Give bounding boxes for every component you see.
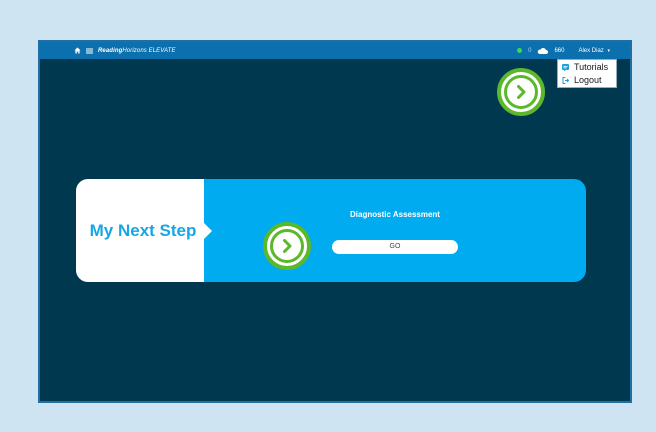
cloud-icon (537, 47, 549, 54)
topbar-tools: 0 660 Alex Diaz ▾ (517, 47, 610, 54)
chevron-right-icon (504, 75, 538, 109)
next-step-header: My Next Step (76, 179, 212, 282)
chevron-down-icon: ▾ (607, 47, 610, 54)
chevron-right-icon (270, 229, 304, 263)
go-button[interactable]: GO (332, 240, 458, 254)
next-step-body: Diagnostic Assessment GO (204, 179, 586, 282)
menu-icon[interactable] (86, 48, 93, 54)
menu-item-label: Tutorials (574, 61, 609, 72)
user-name: Alex Diaz (578, 47, 604, 54)
app-window: ReadingHorizons ELEVATE 0 660 Alex Diaz … (38, 40, 632, 403)
top-nav-bar: ReadingHorizons ELEVATE 0 660 Alex Diaz … (40, 42, 630, 59)
assessment-label: Diagnostic Assessment (350, 210, 440, 219)
hint-arrow-go (263, 222, 311, 270)
online-status-icon (517, 48, 523, 53)
next-step-card: My Next Step Diagnostic Assessment GO (76, 179, 586, 282)
tutorials-icon (562, 63, 569, 72)
status-count: 0 (528, 47, 532, 54)
menu-item-logout[interactable]: Logout (558, 73, 616, 86)
hint-arrow-logout (497, 68, 545, 116)
user-dropdown-menu: Tutorials Logout (557, 59, 617, 88)
logout-icon (562, 76, 570, 84)
menu-item-label: Logout (574, 74, 602, 85)
brand-logo[interactable]: ReadingHorizons ELEVATE (98, 48, 176, 54)
points-value: 660 (554, 47, 565, 54)
next-step-title: My Next Step (89, 220, 197, 240)
home-icon[interactable] (74, 47, 81, 54)
user-menu-button[interactable]: Alex Diaz ▾ (578, 48, 610, 54)
menu-item-tutorials[interactable]: Tutorials (558, 60, 616, 73)
